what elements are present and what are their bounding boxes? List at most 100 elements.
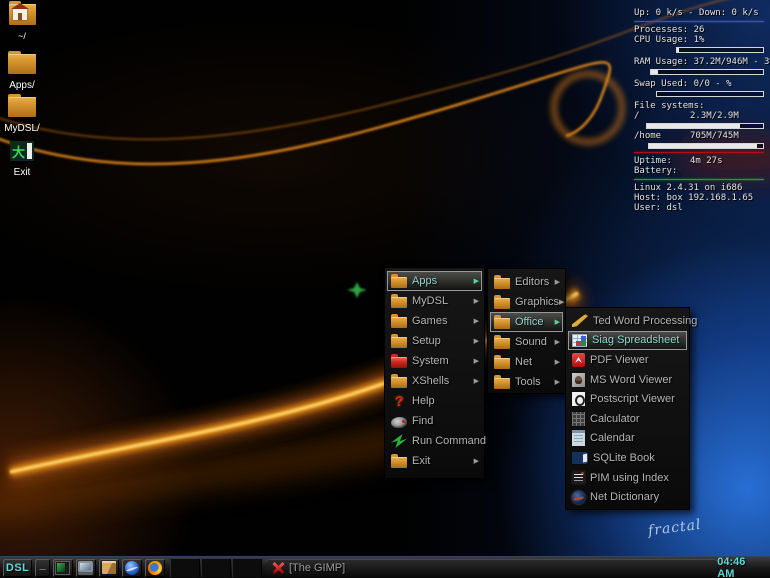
root-menu: AppsMyDSLGames Setup SystemXShellsHelp Find… [384,267,485,479]
system-monitor: Up: 0 k/s - Down: 0 k/sProcesses: 26CPU … [634,8,764,213]
menu-item-sound[interactable]: Sound [490,332,563,352]
folder-icon [391,317,407,328]
empty-task-slot [232,559,262,577]
submenu-arrow-icon [474,358,479,365]
desktop-wallpaper[interactable]: fractal ~/ Apps/ MyDSL/ Exit Up: 0 k/s -… [0,0,770,556]
dictionary-icon [572,491,585,504]
menu-item-graphics[interactable]: Graphics [490,292,563,312]
monitor-text: CPU Usage: 1% [634,35,764,45]
show-desktop-button[interactable]: _ [35,559,50,577]
firefox-icon [148,561,162,575]
menu-item-pim-using-index[interactable]: PIM using Index [568,468,687,488]
monitor-value: 4m 27s [690,156,723,166]
menu-item-sqlite-book[interactable]: SQLite Book [568,448,687,468]
menu-item-run-command[interactable]: Run Command [387,431,482,451]
home-folder-icon [9,4,36,25]
globe-blue-icon [125,561,139,575]
menu-item-mydsl[interactable]: MyDSL [387,291,482,311]
desktop-icon-apps[interactable]: Apps/ [0,54,48,91]
desktop-icon-label: ~/ [0,31,48,41]
menu-item-label: Editors [515,276,549,288]
monitor-text: RAM Usage: 37.2M/946M - 3% [634,57,764,67]
menu-item-label: Graphics [515,296,559,308]
monitor-rule [634,179,764,180]
calendar-icon [572,430,585,446]
menu-item-exit[interactable]: Exit [387,451,482,471]
menu-item-calendar[interactable]: Calendar [568,429,687,449]
apps-submenu: Editors Graphics Office SoundNetTools [487,268,566,394]
ram-bar [650,69,764,75]
desktop-icon-mydsl[interactable]: MyDSL/ [0,97,48,134]
menu-item-label: Run Command [412,435,486,447]
package-icon [102,561,116,574]
menu-item-label: Find [412,415,433,427]
launcher-area [50,559,165,577]
menu-item-net-dictionary[interactable]: Net Dictionary [568,487,687,507]
dsl-menu-button[interactable]: DSL [3,559,32,577]
menu-item-net[interactable]: Net [490,352,563,372]
launcher-package[interactable] [99,559,119,577]
folder-icon [391,297,407,308]
launcher-firefox[interactable] [145,559,165,577]
folder-icon [494,378,510,389]
menu-item-setup[interactable]: Setup [387,331,482,351]
menu-item-games[interactable]: Games [387,311,482,331]
submenu-arrow-icon [474,378,479,385]
folder-red-icon [391,357,407,368]
menu-item-calculator[interactable]: Calculator [568,409,687,429]
desktop-icon-home[interactable]: ~/ [0,4,48,41]
menu-item-system[interactable]: System [387,351,482,371]
monitor-text: Host: box 192.168.1.65 [634,193,764,203]
pdf-icon [572,353,585,367]
menu-item-ted-word-processing[interactable]: Ted Word Processing [568,311,687,331]
menu-item-editors[interactable]: Editors [490,272,563,292]
submenu-arrow-icon [474,338,479,345]
task-button-gimp[interactable]: [The GIMP] [266,559,717,577]
monitor-pair: Uptime:4m 27s [634,156,764,166]
monitor-rule [634,152,764,153]
menu-item-office[interactable]: Office [490,312,563,332]
menu-item-help[interactable]: Help [387,391,482,411]
launcher-globe-blue[interactable] [122,559,142,577]
monitor-text: Swap Used: 0/0 - % [634,79,764,89]
menu-item-siag-spreadsheet[interactable]: Siag Spreadsheet [568,331,687,351]
folder-icon [494,278,510,289]
siag-icon [572,334,587,347]
menu-item-postscript-viewer[interactable]: Postscript Viewer [568,389,687,409]
menu-item-label: Exit [412,455,430,467]
menu-item-label: PIM using Index [590,472,669,484]
gimp-icon [271,561,285,575]
help-icon [391,395,407,408]
run-icon [391,434,407,448]
submenu-arrow-icon [474,458,479,465]
monitor-label: Uptime: [634,156,690,166]
launcher-terminal[interactable] [53,559,73,577]
menu-item-label: Setup [412,335,441,347]
pim-icon [572,471,585,484]
monitor-value: 2.3M/2.9M [690,111,739,121]
wallpaper-signature: fractal [647,517,702,539]
monitor-label: /home [634,131,690,141]
menu-item-pdf-viewer[interactable]: PDF Viewer [568,350,687,370]
launcher-monitor[interactable] [76,559,96,577]
menu-item-xshells[interactable]: XShells [387,371,482,391]
menu-item-tools[interactable]: Tools [490,372,563,392]
menu-item-label: PDF Viewer [590,354,648,366]
submenu-arrow-icon [555,279,560,286]
menu-item-apps[interactable]: Apps [387,271,482,291]
clock: 04:46 AM [717,556,770,578]
screen: fractal ~/ Apps/ MyDSL/ Exit Up: 0 k/s -… [0,0,770,578]
menu-item-label: Office [515,316,544,328]
ted-icon [572,314,588,327]
terminal-icon [55,561,70,575]
task-label: [The GIMP] [289,562,345,574]
menu-item-ms-word-viewer[interactable]: MS Word Viewer [568,370,687,390]
postscript-icon [572,392,585,406]
desktop-icon-exit[interactable]: Exit [0,141,48,178]
menu-item-find[interactable]: Find [387,411,482,431]
monitor-icon [78,561,93,575]
folder-icon [8,54,36,74]
bar-fill [649,144,757,148]
bar-fill [677,48,679,52]
folder-icon [494,338,510,349]
